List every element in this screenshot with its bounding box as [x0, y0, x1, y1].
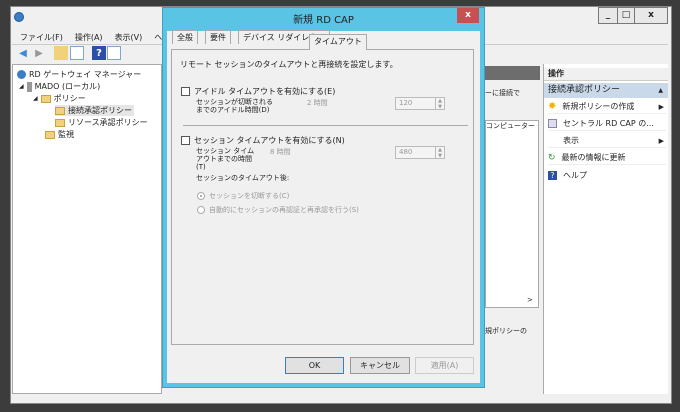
action-central-cap[interactable]: セントラル RD CAP の...: [548, 117, 666, 131]
policy-list[interactable]: コンピューター グ.: [485, 120, 539, 308]
after-timeout-label: セッションのタイムアウト後:: [196, 174, 290, 182]
folder-icon: [55, 106, 65, 115]
tree-item-server[interactable]: ◢ MADO (ローカル): [19, 81, 100, 92]
session-time-spinner[interactable]: ▲ ▼: [435, 146, 445, 159]
dialog-close-button[interactable]: x: [457, 8, 479, 23]
menu-bar: ファイル(F)操作(A)表示(V)ヘル: [20, 32, 182, 43]
action-label: ヘルプ: [563, 170, 587, 180]
checkbox-label: セッション タイムアウトを有効にする(N): [194, 136, 345, 145]
collapse-icon: ▲: [658, 87, 663, 94]
tab-requirements[interactable]: 要件: [205, 30, 231, 44]
tree-label: 接続承認ポリシー: [68, 106, 132, 115]
gateway-icon: [17, 70, 26, 79]
ok-button[interactable]: OK: [285, 357, 344, 374]
radio-label: セッションを切断する(C): [209, 192, 290, 200]
action-help[interactable]: ? ヘルプ: [548, 168, 666, 182]
tree-label: MADO (ローカル): [34, 82, 101, 91]
show-hide-action-pane-icon[interactable]: [107, 46, 121, 60]
section-label: 接続承認ポリシー: [548, 85, 621, 95]
app-icon: [14, 12, 24, 22]
session-time-hint: 8 時間: [270, 148, 291, 156]
tree-pane: RD ゲートウェイ マネージャー ◢ MADO (ローカル) ◢ ポリシー 接続承認…: [12, 64, 162, 394]
center-text: ーに接続で: [485, 89, 520, 97]
tree-item-root[interactable]: RD ゲートウェイ マネージャー: [17, 69, 141, 80]
radio-label: 自動的にセッションの再認証と再承認を行う(S): [209, 206, 359, 214]
window-icon: [548, 119, 557, 128]
tree-label: リソース承認ポリシー: [68, 118, 148, 127]
checkbox-icon: [181, 136, 190, 145]
menu-action[interactable]: 操作(A): [75, 33, 103, 42]
submenu-arrow-icon: ▶: [658, 102, 664, 111]
idle-timeout-checkbox[interactable]: アイドル タイムアウトを有効にする(E): [181, 86, 335, 97]
action-label: 新規ポリシーの作成: [562, 102, 635, 111]
tree-label: 監視: [58, 130, 74, 139]
separator: [183, 125, 468, 126]
forward-icon[interactable]: ▶: [32, 46, 46, 60]
tree-label: ポリシー: [53, 94, 86, 103]
folder-icon: [45, 130, 55, 139]
actions-header: 操作: [544, 68, 668, 81]
action-view[interactable]: 表示 ▶: [548, 134, 666, 148]
action-refresh[interactable]: ↻ 最新の情報に更新: [548, 151, 666, 165]
back-icon[interactable]: ◀: [16, 46, 30, 60]
server-icon: [26, 81, 32, 92]
action-label: 表示: [563, 136, 579, 145]
tree-item-monitoring[interactable]: 監視: [45, 129, 74, 140]
submenu-arrow-icon: ▶: [658, 136, 664, 145]
maximize-button[interactable]: □: [617, 7, 635, 24]
actions-pane: 操作 接続承認ポリシー ▲ ✸ 新規ポリシーの作成 ▶ セントラル RD CAP の.…: [543, 64, 668, 394]
help-icon[interactable]: ?: [92, 46, 106, 60]
checkbox-label: アイドル タイムアウトを有効にする(E): [194, 87, 336, 96]
close-window-button[interactable]: x: [634, 7, 668, 24]
show-hide-tree-icon[interactable]: [70, 46, 84, 60]
checkbox-icon: [181, 87, 190, 96]
tab-timeout[interactable]: タイムアウト: [309, 34, 367, 50]
sun-icon: ✸: [548, 101, 557, 112]
folder-icon: [40, 94, 51, 103]
column-header: コンピューター グ.: [486, 122, 538, 130]
tab-general[interactable]: 全般: [172, 30, 198, 44]
menu-view[interactable]: 表示(V): [115, 33, 143, 42]
session-timeout-checkbox[interactable]: セッション タイムアウトを有効にする(N): [181, 135, 345, 146]
tree-item-policies[interactable]: ◢ ポリシー: [33, 93, 86, 104]
description-text: リモート セッションのタイムアウトと再接続を設定します。: [180, 60, 398, 69]
center-header: [485, 66, 540, 80]
action-label: 最新の情報に更新: [561, 153, 626, 162]
tree-label: RD ゲートウェイ マネージャー: [29, 70, 142, 79]
radio-selected-icon: [197, 192, 205, 200]
action-label: セントラル RD CAP の...: [563, 119, 654, 128]
action-new-policy[interactable]: ✸ 新規ポリシーの作成 ▶: [548, 100, 666, 114]
idle-time-hint: 2 時間: [307, 99, 328, 107]
dialog-title: 新規 RD CAP: [293, 15, 354, 26]
actions-section[interactable]: 接続承認ポリシー ▲: [544, 83, 668, 98]
refresh-icon: ↻: [548, 152, 556, 163]
scroll-right-icon[interactable]: >: [527, 296, 533, 304]
tree-item-cap[interactable]: 接続承認ポリシー: [55, 105, 134, 116]
radio-disconnect[interactable]: セッションを切断する(C): [197, 191, 289, 201]
center-text: 規ポリシーの: [485, 327, 527, 335]
help-icon: ?: [548, 170, 557, 180]
idle-time-label: セッションが切断されるまでのアイドル時間(D): [196, 98, 273, 114]
minimize-button[interactable]: _: [598, 7, 618, 24]
radio-reauthenticate[interactable]: 自動的にセッションの再認証と再承認を行う(S): [197, 205, 359, 215]
radio-icon: [197, 206, 205, 214]
apply-button[interactable]: 適用(A): [415, 357, 474, 374]
folder-icon: [55, 118, 65, 127]
up-folder-icon[interactable]: [54, 46, 68, 60]
idle-time-spinner[interactable]: ▲ ▼: [435, 97, 445, 110]
center-pane: ーに接続で コンピューター グ. > 規ポリシーの: [485, 64, 540, 394]
tree-item-rap[interactable]: リソース承認ポリシー: [55, 117, 148, 128]
session-time-label: セッション タイムアウトまでの時間(T): [196, 147, 255, 171]
cancel-button[interactable]: キャンセル: [350, 357, 410, 374]
menu-file[interactable]: ファイル(F): [20, 33, 63, 42]
